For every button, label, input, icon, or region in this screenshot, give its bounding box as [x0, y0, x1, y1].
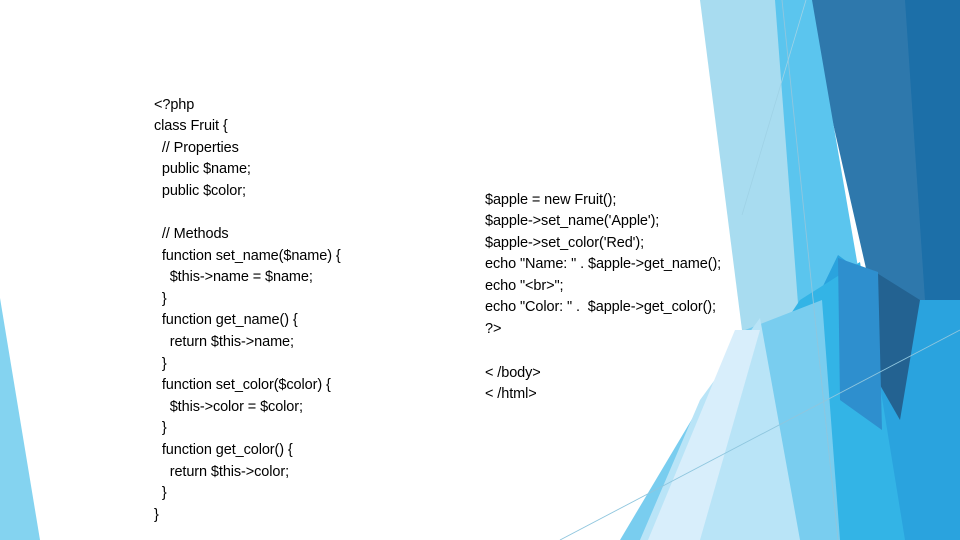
lower-right-bright-field [870, 300, 960, 540]
lower-right-palest-field [640, 318, 800, 540]
php-usage-code: $apple = new Fruit(); $apple->set_name('… [485, 191, 722, 338]
right-deep-band [900, 0, 960, 300]
php-class-code: <?php class Fruit { // Properties public… [154, 96, 341, 523]
lower-right-mid-field [700, 255, 960, 540]
decorative-background-art [0, 0, 960, 540]
lower-right-dark-accent [860, 270, 920, 420]
upper-sky-wedge [762, 0, 905, 540]
lower-right-steel-accent [838, 258, 882, 430]
hairline-diagonal-long [559, 329, 960, 540]
hairline-near-vertical [781, 0, 839, 540]
hairline-short-upper [741, 0, 807, 216]
right-steel-band [805, 0, 925, 330]
bottom-left-wedge [0, 298, 40, 540]
lower-right-white-wedge [648, 330, 760, 540]
slide-canvas: <?php class Fruit { // Properties public… [0, 0, 960, 540]
html-closing-tags-code: < /body> < /html> [485, 364, 541, 403]
